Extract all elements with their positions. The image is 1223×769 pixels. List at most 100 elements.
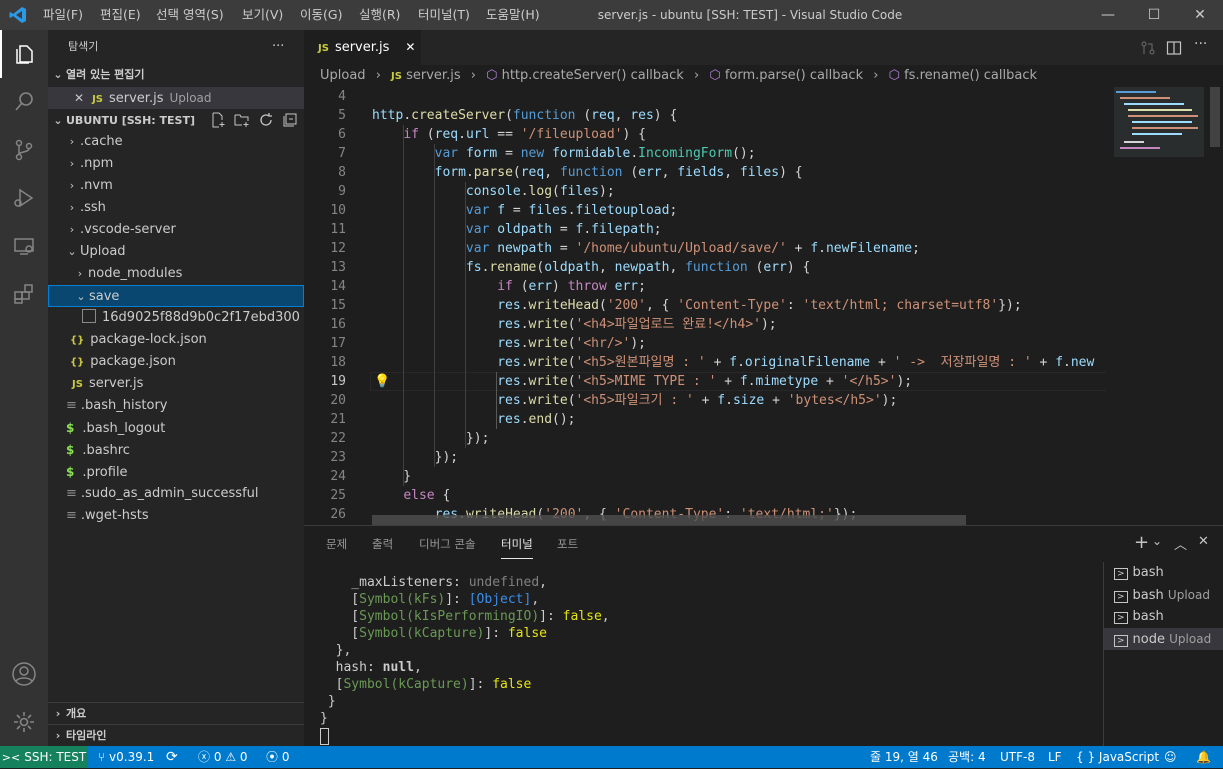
encoding-status[interactable]: UTF-8	[1000, 746, 1035, 768]
tab-debug-console[interactable]: 디버그 콘솔	[419, 536, 476, 552]
split-editor-icon[interactable]	[1166, 40, 1182, 60]
accounts-icon[interactable]	[0, 650, 48, 698]
branch-status[interactable]: ⑂ v0.39.1	[98, 746, 154, 768]
terminal-icon: >	[1114, 635, 1128, 647]
tree-label: .bash_logout	[82, 421, 166, 436]
tree-item-bash-logout[interactable]: $ .bash_logout	[48, 417, 304, 439]
outline-label: 개요	[66, 707, 87, 720]
close-editor-icon[interactable]: ✕	[74, 91, 84, 105]
open-editors-section[interactable]: ⌄ 열려 있는 편집기	[48, 64, 304, 86]
search-icon[interactable]	[0, 78, 48, 126]
tab-server-js[interactable]: JS server.js ✕	[304, 30, 421, 65]
editor-more-actions-button[interactable]: ···	[1194, 36, 1207, 52]
new-terminal-plus-icon[interactable]: +	[1134, 532, 1149, 553]
tree-item-wget-hsts[interactable]: ≡ .wget-hsts	[48, 505, 304, 527]
close-panel-icon[interactable]: ✕	[1198, 534, 1209, 549]
close-tab-icon[interactable]: ✕	[405, 40, 415, 54]
tree-item-server-js[interactable]: JS server.js	[48, 373, 304, 395]
breadcrumb-symbol-3[interactable]: fs.rename() callback	[904, 68, 1037, 83]
tree-item-node-modules[interactable]: › node_modules	[48, 263, 304, 285]
settings-gear-icon[interactable]	[0, 698, 48, 746]
tree-item-ssh[interactable]: › .ssh	[48, 197, 304, 219]
tab-ports[interactable]: 포트	[557, 536, 578, 552]
notifications-bell-icon[interactable]: 🔔	[1196, 746, 1211, 768]
minimap[interactable]	[1106, 87, 1223, 525]
minimap-code	[1128, 109, 1192, 111]
new-folder-icon[interactable]	[234, 112, 250, 132]
tree-item-vscode-server[interactable]: › .vscode-server	[48, 219, 304, 241]
terminal-item-bash-upload[interactable]: > bash Upload	[1104, 584, 1223, 606]
feedback-icon[interactable]: ☺	[1164, 746, 1177, 768]
line-number: 11	[330, 222, 346, 237]
open-editor-item[interactable]: ✕ JS server.js Upload	[48, 87, 304, 109]
menu-help[interactable]: 도움말(H)	[486, 0, 540, 30]
menu-run[interactable]: 실행(R)	[359, 0, 400, 30]
close-window-button[interactable]: ✕	[1177, 0, 1223, 30]
remote-explorer-icon[interactable]	[0, 222, 48, 270]
outline-section[interactable]: › 개요	[48, 702, 304, 725]
indentation-status[interactable]: 공백: 4	[948, 746, 986, 768]
timeline-section[interactable]: › 타임라인	[48, 724, 304, 747]
warning-count: 0	[239, 750, 248, 764]
tree-item-bash-history[interactable]: ≡ .bash_history	[48, 395, 304, 417]
tree-item-bashrc[interactable]: $ .bashrc	[48, 439, 304, 461]
tree-item-package-lock[interactable]: {} package-lock.json	[48, 329, 304, 351]
menu-edit[interactable]: 편집(E)	[100, 0, 141, 30]
sync-icon[interactable]: ⟳	[166, 746, 178, 768]
ports-status[interactable]: ⦿ 0	[266, 746, 289, 768]
menu-go[interactable]: 이동(G)	[300, 0, 342, 30]
line-number: 8	[338, 165, 346, 180]
terminal-output[interactable]: _maxListeners: undefined, [Symbol(kFs)]:…	[320, 574, 610, 745]
line-number: 16	[330, 317, 346, 332]
more-actions-button[interactable]: ···	[272, 36, 292, 58]
tree-item-npm[interactable]: › .npm	[48, 153, 304, 175]
tree-item-package-json[interactable]: {} package.json	[48, 351, 304, 373]
tab-terminal[interactable]: 터미널	[501, 536, 533, 559]
terminal-item-bash-2[interactable]: > bash	[1104, 606, 1223, 628]
tree-item-save[interactable]: ⌄ save	[48, 285, 304, 307]
problems-status[interactable]: ⓧ 0 ⚠ 0	[198, 746, 248, 768]
tree-item-sudo-admin[interactable]: ≡ .sudo_as_admin_successful	[48, 483, 304, 505]
tab-output[interactable]: 출력	[372, 536, 393, 552]
breadcrumb-file[interactable]: server.js	[406, 68, 460, 83]
horizontal-scrollbar[interactable]	[372, 515, 966, 525]
menu-file[interactable]: 파일(F)	[43, 0, 83, 30]
line-number: 13	[330, 260, 346, 275]
maximize-panel-icon[interactable]: ︿	[1174, 534, 1187, 553]
open-editors-label: 열려 있는 편집기	[66, 68, 145, 81]
eol-status[interactable]: LF	[1048, 746, 1062, 768]
menu-selection[interactable]: 선택 영역(S)	[156, 0, 224, 30]
extensions-icon[interactable]	[0, 270, 48, 318]
breadcrumb-symbol-1[interactable]: http.createServer() callback	[502, 68, 684, 83]
tree-item-nvm[interactable]: › .nvm	[48, 175, 304, 197]
ports-count: 0	[281, 750, 290, 764]
menu-view[interactable]: 보기(V)	[242, 0, 283, 30]
minimize-button[interactable]: —	[1085, 0, 1131, 30]
terminal-item-node-upload[interactable]: > node Upload	[1104, 628, 1223, 650]
explorer-icon[interactable]	[0, 30, 48, 78]
run-debug-icon[interactable]	[0, 174, 48, 222]
code-editor[interactable]: 4 5 6 7 8 9 10 11 12 13 14 15 16 17 18 1…	[304, 87, 1106, 525]
tab-problems[interactable]: 문제	[326, 536, 347, 552]
tree-item-saved-file[interactable]: 16d9025f88d9b0c2f17ebd300	[48, 307, 304, 329]
breadcrumb-symbol-2[interactable]: form.parse() callback	[725, 68, 863, 83]
tree-item-cache[interactable]: › .cache	[48, 131, 304, 153]
new-file-icon[interactable]	[210, 112, 226, 132]
collapse-all-icon[interactable]	[282, 112, 298, 132]
chevron-down-icon[interactable]: ⌄	[1152, 534, 1162, 548]
breadcrumb-upload[interactable]: Upload	[320, 68, 366, 83]
tree-item-upload[interactable]: ⌄ Upload	[48, 241, 304, 263]
minimap-code	[1124, 141, 1144, 143]
menu-terminal[interactable]: 터미널(T)	[418, 0, 470, 30]
open-changes-icon[interactable]	[1140, 40, 1156, 60]
tree-label: package-lock.json	[90, 332, 207, 347]
maximize-button[interactable]: ☐	[1131, 0, 1177, 30]
language-status[interactable]: { } JavaScript	[1076, 746, 1159, 768]
refresh-icon[interactable]	[258, 112, 274, 132]
terminal-item-bash[interactable]: > bash	[1104, 562, 1223, 584]
source-control-icon[interactable]	[0, 126, 48, 174]
vertical-scrollbar[interactable]	[1210, 87, 1220, 147]
cursor-position[interactable]: 줄 19, 열 46	[870, 746, 938, 768]
remote-indicator[interactable]: >< SSH: TEST	[0, 746, 88, 768]
tree-item-profile[interactable]: $ .profile	[48, 461, 304, 483]
